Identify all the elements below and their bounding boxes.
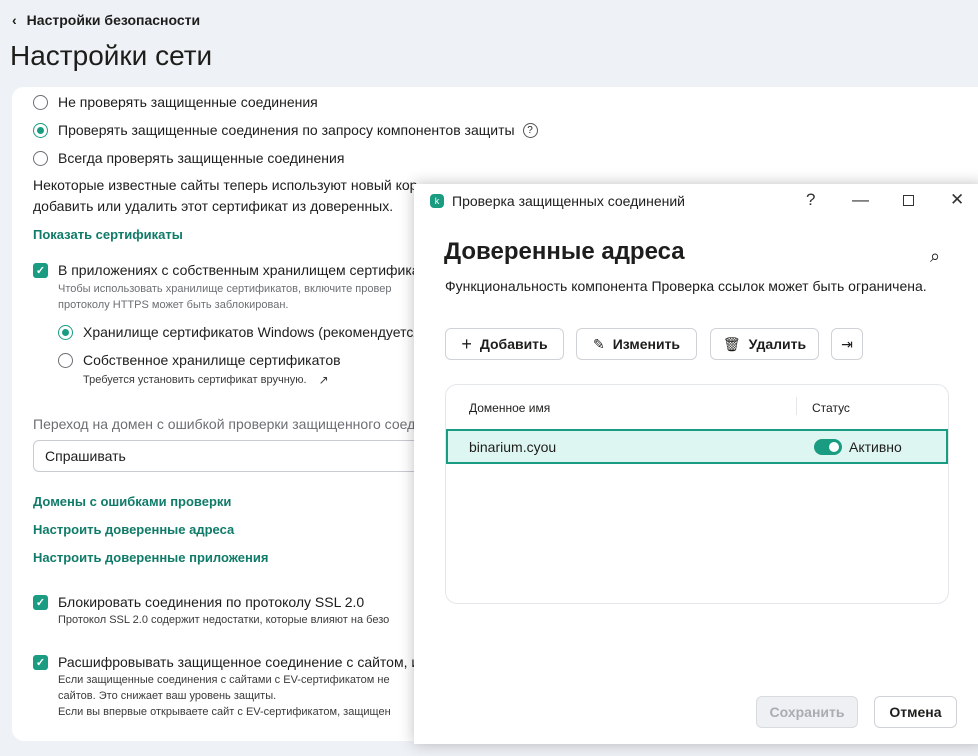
- field-label: Переход на домен с ошибкой проверки защи…: [33, 416, 416, 432]
- search-icon[interactable]: ⌕: [930, 246, 940, 267]
- radio-icon: [58, 324, 73, 340]
- radio-no-check[interactable]: Не проверять защищенные соединения: [33, 94, 318, 110]
- cancel-button[interactable]: Отмена: [874, 696, 957, 728]
- ssl-checkbox[interactable]: ✓ Блокировать соединения по протоколу SSL…: [33, 594, 364, 610]
- status-toggle[interactable]: [814, 439, 842, 455]
- external-link-icon[interactable]: ↗: [319, 373, 329, 387]
- hint-text: Протокол SSL 2.0 содержит недостатки, ко…: [58, 614, 390, 626]
- show-certificates-link[interactable]: Показать сертификаты: [33, 227, 183, 242]
- page-title: Настройки сети: [10, 40, 213, 71]
- trusted-addresses-table: Доменное имя Статус binarium.cyou Активн…: [445, 384, 949, 604]
- edit-button[interactable]: ✎ Изменить: [576, 328, 697, 360]
- column-header-domain[interactable]: Доменное имя: [469, 401, 550, 415]
- hint-text: Если защищенные соединения с сайтами с E…: [58, 674, 390, 686]
- check-icon: ✓: [33, 654, 48, 670]
- plus-icon: +: [461, 333, 472, 354]
- help-icon[interactable]: ?: [806, 190, 815, 210]
- kaspersky-logo-icon: k: [430, 194, 444, 208]
- chevron-left-icon: ‹: [12, 12, 17, 28]
- ev-checkbox[interactable]: ✓ Расшифровывать защищенное соединение с …: [33, 654, 419, 670]
- radio-own-store[interactable]: Собственное хранилище сертификатов: [58, 352, 341, 368]
- trusted-addresses-link[interactable]: Настроить доверенные адреса: [33, 522, 234, 537]
- pencil-icon: ✎: [592, 335, 605, 352]
- add-button[interactable]: + Добавить: [445, 328, 564, 360]
- delete-button[interactable]: 🗑 Удалить: [710, 328, 819, 360]
- status-cell: Активно: [849, 439, 902, 455]
- radio-on-request[interactable]: Проверять защищенные соединения по запро…: [33, 122, 538, 138]
- dialog-description: Функциональность компонента Проверка ссы…: [445, 278, 927, 294]
- check-icon: ✓: [33, 262, 48, 278]
- radio-icon: [58, 352, 73, 368]
- hint-text: Если вы впервые открываете сайт с EV-сер…: [58, 706, 391, 718]
- check-icon: ✓: [33, 594, 48, 610]
- save-button[interactable]: Сохранить: [756, 696, 858, 728]
- hint-text: Требуется установить сертификат вручную.…: [83, 373, 329, 387]
- close-icon[interactable]: ✕: [950, 190, 964, 210]
- help-icon[interactable]: ?: [522, 122, 538, 138]
- radio-icon: [33, 94, 48, 110]
- back-link[interactable]: ‹ Настройки безопасности: [12, 12, 200, 28]
- maximize-icon[interactable]: [903, 195, 914, 206]
- radio-windows-store[interactable]: Хранилище сертификатов Windows (рекоменд…: [58, 324, 421, 340]
- radio-always[interactable]: Всегда проверять защищенные соединения: [33, 150, 344, 166]
- column-header-status[interactable]: Статус: [812, 401, 850, 415]
- minimize-icon[interactable]: —: [852, 190, 869, 210]
- dialog-titlebar: k Проверка защищенных соединений: [430, 193, 685, 209]
- error-domains-link[interactable]: Домены с ошибками проверки: [33, 494, 231, 509]
- radio-icon: [33, 122, 48, 138]
- trusted-apps-link[interactable]: Настроить доверенные приложения: [33, 550, 268, 565]
- hint-text: Чтобы использовать хранилище сертификато…: [58, 283, 392, 295]
- own-store-checkbox[interactable]: ✓ В приложениях с собственным хранилищем …: [33, 262, 420, 278]
- domain-error-select[interactable]: Спрашивать: [33, 440, 433, 472]
- domain-cell: binarium.cyou: [469, 439, 557, 455]
- export-button[interactable]: ⇥: [831, 328, 863, 360]
- trash-icon: 🗑: [722, 335, 741, 352]
- info-text: добавить или удалить этот сертификат из …: [33, 198, 394, 214]
- hint-text: сайтов. Это снижает ваш уровень защиты.: [58, 690, 277, 702]
- info-text: Некоторые известные сайты теперь использ…: [33, 177, 418, 193]
- export-icon: ⇥: [841, 335, 853, 352]
- trusted-addresses-dialog: k Проверка защищенных соединений ? — ✕ До…: [414, 184, 978, 744]
- column-divider: [796, 397, 797, 415]
- hint-text: протоколу HTTPS может быть заблокирован.: [58, 299, 289, 311]
- table-row[interactable]: binarium.cyou Активно: [446, 429, 948, 464]
- radio-icon: [33, 150, 48, 166]
- dialog-heading: Доверенные адреса: [444, 238, 685, 265]
